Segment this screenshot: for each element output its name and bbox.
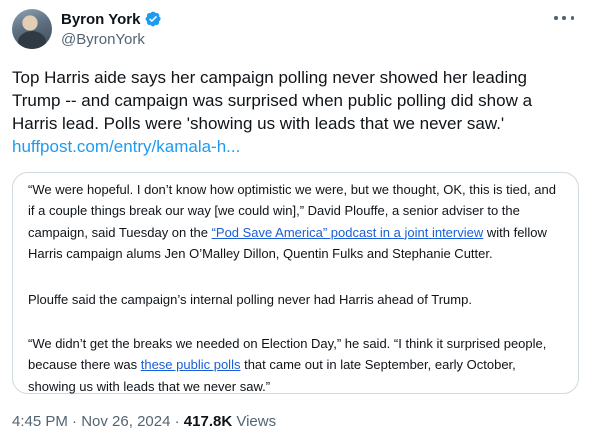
more-horizontal-icon [570, 16, 574, 20]
author-handle[interactable]: @ByronYork [61, 31, 145, 48]
tweet-metadata: 4:45 PM · Nov 26, 2024 · 417.8K Views [12, 412, 276, 432]
author-display-name[interactable]: Byron York [61, 11, 140, 28]
tweet-text: Top Harris aide says her campaign pollin… [12, 68, 533, 133]
views-count: 417.8K [183, 413, 233, 430]
more-horizontal-icon [562, 16, 566, 20]
tweet-date[interactable]: Nov 26, 2024 [81, 413, 170, 430]
excerpt-paragraph-2: Plouffe said the campaign’s internal pol… [28, 292, 472, 307]
views-label: Views [232, 413, 277, 430]
excerpt-paragraph-1: “We were hopeful. I don’t know how optim… [28, 179, 563, 264]
avatar[interactable] [12, 9, 52, 49]
article-excerpt-card[interactable]: “We were hopeful. I don’t know how optim… [12, 172, 579, 394]
author-name-row[interactable]: Byron York [61, 9, 162, 29]
more-options-button[interactable] [554, 10, 574, 26]
podcast-link[interactable]: “Pod Save America” podcast in a joint in… [212, 225, 484, 240]
tweet-time[interactable]: 4:45 PM [12, 413, 68, 430]
tweet-body: Top Harris aide says her campaign pollin… [12, 66, 578, 158]
more-horizontal-icon [554, 16, 558, 20]
public-polls-link[interactable]: these public polls [141, 357, 241, 372]
verified-badge-icon [146, 11, 162, 27]
excerpt-paragraph-3: “We didn’t get the breaks we needed on E… [28, 333, 563, 397]
separator: · [67, 413, 82, 430]
separator: · [170, 413, 184, 430]
tweet-link[interactable]: huffpost.com/entry/kamala-h... [12, 135, 578, 158]
